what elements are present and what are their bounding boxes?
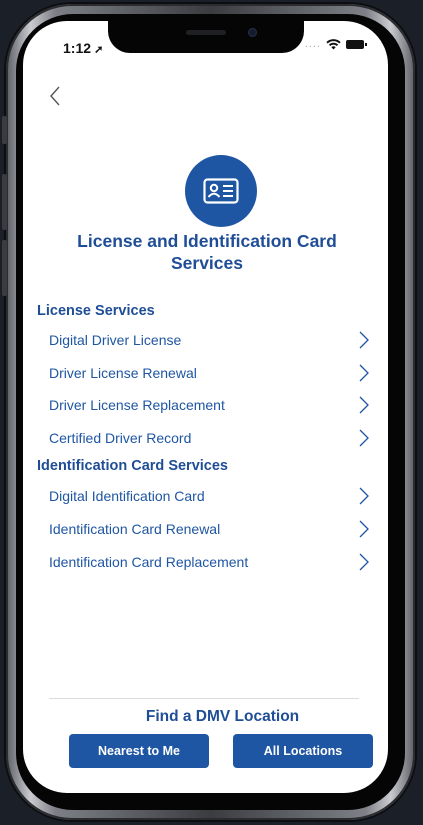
chevron-right-icon (359, 331, 369, 349)
front-camera (248, 28, 257, 37)
nearest-to-me-button[interactable]: Nearest to Me (69, 734, 209, 768)
list-item-label: Identification Card Replacement (49, 554, 249, 570)
list-item-label: Driver License Replacement (49, 397, 225, 413)
identification-card-services-heading: Identification Card Services (37, 458, 228, 474)
list-item-driver-license-replacement[interactable]: Driver License Replacement (49, 390, 369, 420)
battery-icon (346, 39, 367, 49)
status-time: 1:12 ➚ (63, 40, 104, 56)
chevron-right-icon (359, 364, 369, 382)
chevron-right-icon (359, 396, 369, 414)
status-icons: .... (304, 38, 367, 50)
all-locations-button[interactable]: All Locations (233, 734, 373, 768)
chevron-right-icon (359, 520, 369, 538)
id-card-icon (185, 155, 257, 227)
license-services-heading: License Services (37, 303, 155, 319)
page-title: License and Identification Card Services (77, 231, 337, 273)
footer-divider (49, 698, 359, 699)
wifi-icon (326, 38, 341, 49)
list-item-label: Digital Identification Card (49, 488, 205, 504)
list-item-driver-license-renewal[interactable]: Driver License Renewal (49, 358, 369, 388)
back-chevron-icon[interactable] (49, 84, 61, 110)
signal-dots: .... (304, 38, 321, 50)
list-item-label: Certified Driver Record (49, 430, 192, 446)
chevron-right-icon (359, 429, 369, 447)
list-item-label: Identification Card Renewal (49, 521, 221, 537)
list-item-label: Driver License Renewal (49, 365, 197, 381)
list-item-certified-driver-record[interactable]: Certified Driver Record (49, 423, 369, 453)
list-item-identification-card-replacement[interactable]: Identification Card Replacement (49, 547, 369, 577)
list-item-digital-identification-card[interactable]: Digital Identification Card (49, 481, 369, 511)
mute-switch (2, 116, 7, 144)
list-item-digital-driver-license[interactable]: Digital Driver License (49, 325, 369, 355)
list-item-identification-card-renewal[interactable]: Identification Card Renewal (49, 514, 369, 544)
volume-down-button (2, 240, 7, 296)
notch (108, 21, 304, 53)
list-item-label: Digital Driver License (49, 332, 182, 348)
chevron-right-icon (359, 487, 369, 505)
app-screen: 1:12 ➚ .... License and Identification C… (23, 21, 388, 793)
chevron-right-icon (359, 553, 369, 571)
speaker (186, 30, 226, 35)
find-dmv-location-heading: Find a DMV Location (145, 708, 300, 725)
volume-up-button (2, 174, 7, 230)
